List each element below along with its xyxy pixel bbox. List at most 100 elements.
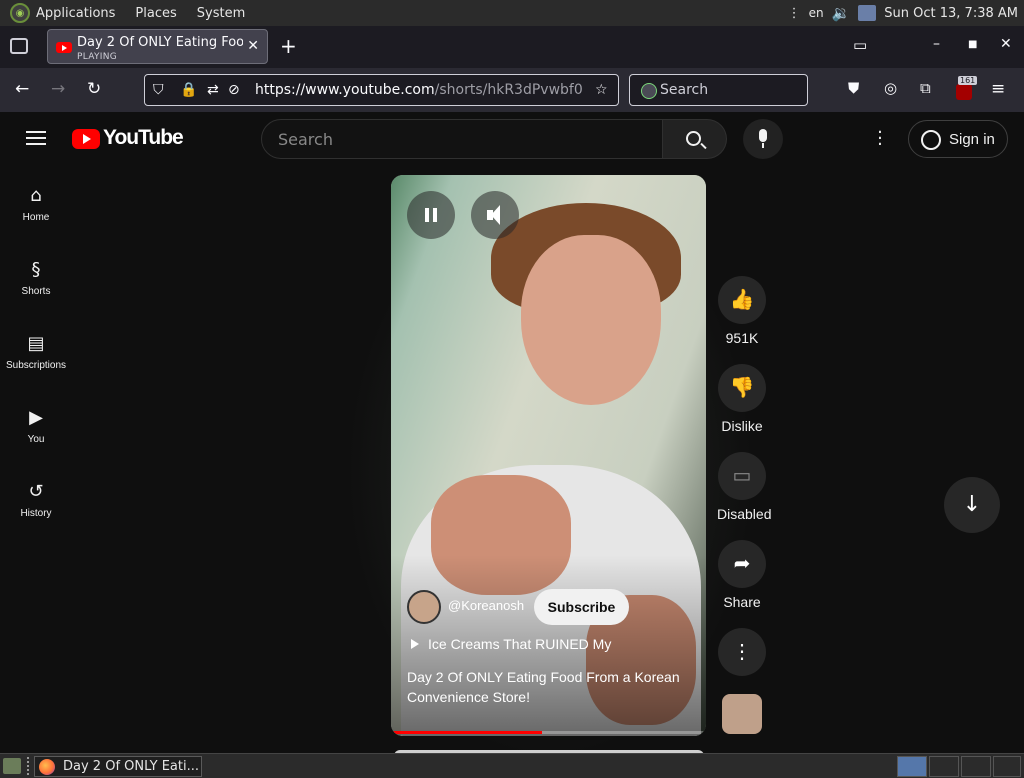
youtube-logo-text[interactable]: YouTube <box>103 126 184 150</box>
system-top-bar: ◉ Applications Places System ⋮ en 🔉 Sun … <box>0 0 1024 26</box>
permissions-icon[interactable]: ⇄ <box>207 82 219 98</box>
sidebar-item-label: Shorts <box>21 286 51 297</box>
history-icon: ↺ <box>28 481 44 502</box>
browser-tab-active[interactable]: Day 2 Of ONLY Eating Food PLAYING ✕ <box>47 29 268 64</box>
subscribe-button[interactable]: Subscribe <box>534 589 629 625</box>
comments-label: Disabled <box>717 506 772 522</box>
workspace-4[interactable] <box>993 756 1021 777</box>
bottom-taskbar: Day 2 Of ONLY Eati... <box>0 753 1024 778</box>
browser-tab-strip: Day 2 Of ONLY Eating Food PLAYING ✕ + ▭ … <box>0 26 1024 68</box>
comments-button[interactable]: ▭ Disabled <box>717 452 772 522</box>
search-icon <box>686 131 701 146</box>
channel-avatar[interactable] <box>407 590 441 624</box>
maximize-button[interactable]: ■ <box>968 39 977 50</box>
account-circle-icon <box>921 130 941 150</box>
minimize-button[interactable]: – <box>933 36 940 52</box>
places-menu[interactable]: Places <box>135 6 176 21</box>
channel-handle[interactable]: @Koreanosh <box>448 598 524 613</box>
subscriptions-icon: ▤ <box>27 333 45 354</box>
autoplay-blocked-icon[interactable]: ⊘ <box>228 82 240 98</box>
show-desktop-icon[interactable] <box>3 758 21 774</box>
url-bar[interactable]: ⛉ 🔒 ⇄ ⊘ https://www.youtube.com/shorts/h… <box>144 74 619 106</box>
url-text[interactable]: https://www.youtube.com/shorts/hkR3dPvwb… <box>255 82 583 98</box>
thumbs-up-icon: 👍 <box>718 276 766 324</box>
lock-icon[interactable]: 🔒 <box>180 82 197 98</box>
taskbar-grip <box>27 757 31 775</box>
taskbar-window-title: Day 2 Of ONLY Eati... <box>63 759 199 774</box>
close-tab-icon[interactable]: ✕ <box>247 38 259 54</box>
new-tab-button[interactable]: + <box>280 34 297 58</box>
url-domain: https://www.youtube.com <box>255 82 435 98</box>
clock[interactable]: Sun Oct 13, 7:38 AM <box>884 6 1018 21</box>
search-engine-icon[interactable] <box>641 83 657 99</box>
network-icon[interactable] <box>858 5 877 21</box>
like-button[interactable]: 👍 951K <box>717 276 767 346</box>
voice-search-mic-icon[interactable] <box>743 119 783 159</box>
short-title[interactable]: Day 2 Of ONLY Eating Food From a Korean … <box>407 667 687 707</box>
dislike-label: Dislike <box>721 418 763 434</box>
youtube-search-input[interactable]: Search <box>261 119 663 159</box>
next-short-button[interactable]: ↓ <box>944 477 1000 533</box>
workspace-3[interactable] <box>961 756 991 777</box>
keyboard-layout-indicator[interactable]: en <box>809 6 824 20</box>
guide-menu-icon[interactable] <box>26 131 46 145</box>
playlist-link[interactable]: Ice Creams That RUINED My <box>411 636 611 652</box>
sidebar-item-shorts[interactable]: § Shorts <box>0 260 72 298</box>
shorts-video-player[interactable]: @Koreanosh Subscribe Ice Creams That RUI… <box>391 175 706 736</box>
sign-in-button[interactable]: Sign in <box>908 120 1008 158</box>
youtube-favicon-icon <box>56 42 72 53</box>
sidebar-item-subscriptions[interactable]: ▤ Subscriptions <box>0 333 72 372</box>
sidebar-item-label: You <box>27 434 45 445</box>
thumbs-down-icon: 👎 <box>718 364 766 412</box>
playlist-title: Ice Creams That RUINED My <box>428 636 612 652</box>
tracking-shield-icon[interactable]: ⛉ <box>153 82 164 98</box>
volume-icon[interactable]: 🔉 <box>832 4 851 22</box>
pause-button[interactable] <box>407 191 455 239</box>
ublock-count-badge: 161 <box>958 76 978 85</box>
bookmark-star-icon[interactable]: ☆ <box>595 82 608 98</box>
sidebar-item-label: Home <box>22 212 50 223</box>
ublock-shield-icon[interactable] <box>956 84 972 100</box>
browser-search-field[interactable]: Search <box>629 74 808 106</box>
more-actions-button[interactable]: ⋮ <box>717 628 767 676</box>
applications-menu[interactable]: Applications <box>36 6 115 21</box>
more-vertical-icon[interactable]: ⋮ <box>788 6 801 21</box>
url-path: /shorts/hkR3dPvwbf0 <box>434 82 583 98</box>
sidebar-item-home[interactable]: ⌂ Home <box>0 186 72 224</box>
extensions-icon[interactable]: ⧉ <box>920 79 931 97</box>
share-arrow-icon: ➦ <box>718 540 766 588</box>
channel-thumbnail[interactable] <box>722 694 762 734</box>
video-frame-face <box>521 235 661 405</box>
workspace-2[interactable] <box>929 756 959 777</box>
sidebar-item-you[interactable]: ▶ You <box>0 408 72 446</box>
firefox-view-icon[interactable]: ▭ <box>853 36 867 54</box>
close-window-button[interactable]: ✕ <box>1000 36 1012 52</box>
share-button[interactable]: ➦ Share <box>717 540 767 610</box>
workspace-1[interactable] <box>897 756 927 777</box>
play-icon <box>411 639 419 649</box>
list-all-tabs-icon[interactable] <box>10 38 28 54</box>
back-arrow-icon[interactable]: ← <box>15 79 29 99</box>
app-menu-icon[interactable]: ≡ <box>991 79 1005 99</box>
forward-arrow-icon[interactable]: → <box>51 79 65 99</box>
tab-playing-status: PLAYING <box>77 52 118 62</box>
reload-icon[interactable]: ↻ <box>87 79 101 99</box>
youtube-search-button[interactable] <box>663 119 727 159</box>
youtube-logo-icon[interactable] <box>72 129 100 149</box>
sidebar-item-history[interactable]: ↺ History <box>0 481 72 520</box>
account-icon[interactable]: ◎ <box>884 79 897 97</box>
distro-logo-icon[interactable]: ◉ <box>10 3 30 23</box>
tab-title: Day 2 Of ONLY Eating Food <box>77 35 243 50</box>
system-menu[interactable]: System <box>197 6 245 21</box>
more-vertical-icon: ⋮ <box>718 628 766 676</box>
dislike-button[interactable]: 👎 Dislike <box>717 364 767 434</box>
video-progress-fill <box>391 731 543 734</box>
youtube-search-placeholder: Search <box>278 130 333 149</box>
pocket-icon[interactable]: ⛊ <box>848 79 859 97</box>
video-progress-bar[interactable] <box>391 731 706 734</box>
sign-in-label: Sign in <box>949 131 995 148</box>
youtube-page: YouTube Search · · · Sign in ⌂ Home § Shor… <box>0 112 1024 753</box>
taskbar-window-button[interactable]: Day 2 Of ONLY Eati... <box>34 756 202 777</box>
volume-button[interactable] <box>471 191 519 239</box>
settings-kebab-icon[interactable]: · · · <box>870 124 890 154</box>
